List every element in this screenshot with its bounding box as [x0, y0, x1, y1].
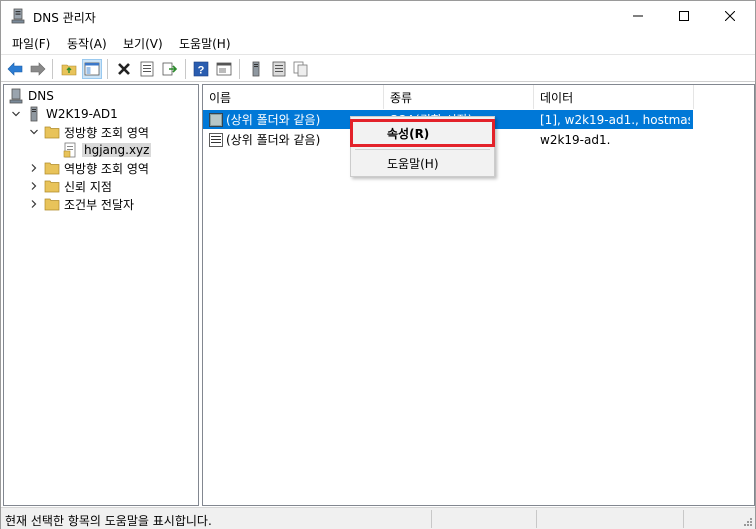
properties-icon — [140, 61, 154, 77]
close-button[interactable] — [707, 1, 753, 31]
minimize-icon — [633, 15, 643, 17]
console-button[interactable] — [214, 59, 234, 79]
column-header-type[interactable]: 종류 — [384, 85, 534, 109]
context-menu-help[interactable]: 도움말(H) — [351, 152, 494, 174]
dns-icon — [8, 88, 24, 104]
show-hide-tree-button[interactable] — [82, 59, 102, 79]
tree-item-label: hgjang.xyz — [82, 143, 152, 157]
tree-item-label: 역방향 조회 영역 — [64, 161, 149, 176]
zone-file-icon — [62, 142, 78, 158]
tree-item-label: 정방향 조회 영역 — [64, 125, 149, 140]
tree-item-zone-hgjang[interactable]: hgjang.xyz — [62, 141, 152, 159]
status-segment — [683, 510, 684, 528]
copy-button[interactable] — [291, 59, 311, 79]
resize-grip-icon[interactable] — [743, 517, 753, 527]
forward-button[interactable] — [28, 59, 48, 79]
chevron-down-icon[interactable] — [28, 126, 40, 138]
help-button[interactable]: ? — [191, 59, 211, 79]
minimize-button[interactable] — [615, 1, 661, 31]
tree-item-server[interactable]: W2K19-AD1 — [10, 105, 118, 123]
up-folder-icon — [61, 64, 77, 76]
tree-item-conditional-forwarders[interactable]: 조건부 전달자 — [28, 195, 134, 213]
console-icon — [216, 62, 232, 76]
menu-bar: 파일(F) 동작(A) 보기(V) 도움말(H) — [1, 31, 755, 53]
tree-item-dns-root[interactable]: DNS — [8, 87, 54, 105]
menu-action[interactable]: 동작(A) — [67, 35, 107, 52]
cell-data: w2k19-ad1. — [540, 132, 611, 147]
chevron-right-icon[interactable] — [28, 162, 40, 174]
menu-help[interactable]: 도움말(H) — [179, 35, 231, 52]
tree-item-reverse-zones[interactable]: 역방향 조회 영역 — [28, 159, 149, 177]
folder-icon — [44, 196, 60, 212]
cell-data: [1], w2k19-ad1., hostmas... — [540, 112, 690, 127]
dns-app-icon — [11, 8, 25, 24]
back-button[interactable] — [5, 59, 25, 79]
server-icon — [252, 61, 260, 77]
status-text: 현재 선택한 항목의 도움말을 표시합니다. — [5, 514, 212, 528]
show-hide-tree-icon — [84, 62, 100, 76]
column-header-data[interactable]: 데이터 — [534, 85, 694, 109]
menu-separator — [355, 149, 490, 150]
help-icon: ? — [193, 61, 209, 77]
chevron-down-icon[interactable] — [10, 108, 22, 120]
folder-icon — [44, 124, 60, 140]
ns-record-icon — [209, 132, 223, 147]
dns-manager-window: DNS 관리자 파일(F) 동작(A) 보기(V) 도움말(H) ? DNS W… — [0, 0, 756, 529]
export-list-button[interactable] — [160, 59, 180, 79]
back-icon — [7, 62, 23, 76]
forward-icon — [30, 62, 46, 76]
menu-file[interactable]: 파일(F) — [12, 35, 50, 52]
up-folder-button[interactable] — [59, 59, 79, 79]
folder-icon — [44, 178, 60, 194]
maximize-icon — [679, 11, 689, 21]
list-button[interactable] — [269, 59, 289, 79]
svg-text:?: ? — [198, 65, 205, 77]
status-bar: 현재 선택한 항목의 도움말을 표시합니다. — [1, 507, 755, 529]
toolbar-separator — [52, 59, 53, 79]
list-icon — [272, 61, 286, 77]
export-icon — [162, 62, 178, 76]
toolbar-separator — [185, 59, 186, 79]
tree-item-label: 신뢰 지점 — [64, 179, 112, 194]
tree-item-trust-points[interactable]: 신뢰 지점 — [28, 177, 112, 195]
tree-pane[interactable]: DNS W2K19-AD1 정방향 조회 영역 hgjang.xyz 역방향 조… — [3, 84, 199, 506]
toolbar: ? — [1, 54, 755, 82]
delete-button[interactable] — [114, 59, 134, 79]
copy-icon — [293, 61, 308, 77]
tree-item-label: DNS — [28, 89, 54, 103]
tree-item-forward-zones[interactable]: 정방향 조회 영역 — [28, 123, 149, 141]
status-segment — [431, 510, 432, 528]
title-bar[interactable]: DNS 관리자 — [1, 1, 755, 31]
server-button[interactable] — [246, 59, 266, 79]
toolbar-separator — [239, 59, 240, 79]
properties-button[interactable] — [137, 59, 157, 79]
tree-item-label: W2K19-AD1 — [46, 107, 118, 121]
server-icon — [26, 106, 42, 122]
tree-item-label: 조건부 전달자 — [64, 197, 135, 212]
column-header-name[interactable]: 이름 — [203, 85, 384, 109]
close-icon — [725, 11, 735, 21]
delete-icon — [118, 63, 130, 75]
toolbar-separator — [107, 59, 108, 79]
soa-record-icon — [209, 112, 223, 127]
chevron-right-icon[interactable] — [28, 180, 40, 192]
highlight-annotation — [350, 119, 495, 147]
folder-icon — [44, 160, 60, 176]
menu-view[interactable]: 보기(V) — [123, 35, 163, 52]
maximize-button[interactable] — [661, 1, 707, 31]
window-title: DNS 관리자 — [33, 11, 96, 25]
chevron-right-icon[interactable] — [28, 198, 40, 210]
cell-name: (상위 폴더와 같음) — [226, 113, 321, 127]
status-segment — [536, 510, 537, 528]
cell-name: (상위 폴더와 같음) — [226, 133, 321, 147]
